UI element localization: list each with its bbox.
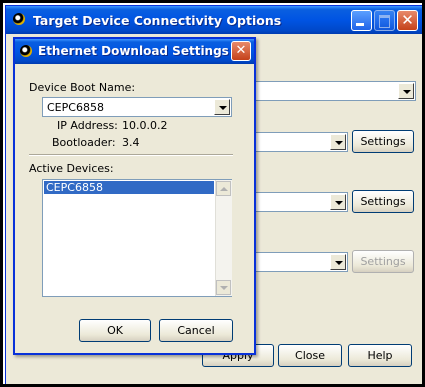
active-devices-list[interactable]: CEPC6858 <box>42 179 232 297</box>
maximize-button[interactable] <box>374 10 395 31</box>
separator <box>29 154 233 156</box>
app-icon <box>20 45 32 57</box>
maximize-icon <box>379 15 390 28</box>
ok-button[interactable]: OK <box>79 319 151 342</box>
settings-button-3[interactable]: Settings <box>352 250 414 273</box>
device-boot-name-value: CEPC6858 <box>47 101 104 114</box>
list-item[interactable]: CEPC6858 <box>44 181 214 194</box>
dropdown-arrow-icon[interactable] <box>214 99 230 115</box>
close-icon: ✕ <box>235 43 247 58</box>
scroll-up-icon[interactable] <box>216 181 231 196</box>
device-boot-name-dropdown[interactable]: CEPC6858 <box>42 97 232 117</box>
dialog-title: Ethernet Download Settings <box>38 44 229 58</box>
main-close-button[interactable]: ✕ <box>397 10 418 31</box>
scroll-down-icon[interactable] <box>216 280 231 295</box>
dialog-close-button[interactable]: ✕ <box>231 41 251 61</box>
ip-address-label: IP Address: <box>57 119 118 132</box>
minimize-icon <box>356 23 364 26</box>
download-dropdown[interactable] <box>236 81 416 101</box>
cancel-button[interactable]: Cancel <box>159 319 233 342</box>
minimize-button[interactable] <box>351 10 372 31</box>
close-icon: ✕ <box>401 11 414 29</box>
main-title-bar[interactable]: Target Device Connectivity Options ✕ <box>6 6 422 34</box>
main-window-title: Target Device Connectivity Options <box>33 13 282 28</box>
device-boot-name-label: Device Boot Name: <box>29 81 136 94</box>
dialog-title-bar[interactable]: Ethernet Download Settings ✕ <box>15 39 254 64</box>
list-scrollbar[interactable] <box>215 180 232 296</box>
dropdown-arrow-icon[interactable] <box>330 254 346 270</box>
dropdown-arrow-icon[interactable] <box>330 134 346 150</box>
help-button[interactable]: Help <box>348 344 412 367</box>
settings-button-2[interactable]: Settings <box>352 190 414 213</box>
bootloader-label: Bootloader: <box>52 136 116 149</box>
dropdown-arrow-icon[interactable] <box>398 83 414 99</box>
ip-address-value: 10.0.0.2 <box>122 119 168 132</box>
active-devices-label: Active Devices: <box>29 162 114 175</box>
ethernet-download-settings-dialog: Ethernet Download Settings ✕ Device Boot… <box>13 37 256 355</box>
dropdown-arrow-icon[interactable] <box>330 194 346 210</box>
bootloader-value: 3.4 <box>122 136 140 149</box>
settings-button-1[interactable]: Settings <box>352 130 414 153</box>
app-icon <box>13 13 25 25</box>
close-button[interactable]: Close <box>278 344 342 367</box>
